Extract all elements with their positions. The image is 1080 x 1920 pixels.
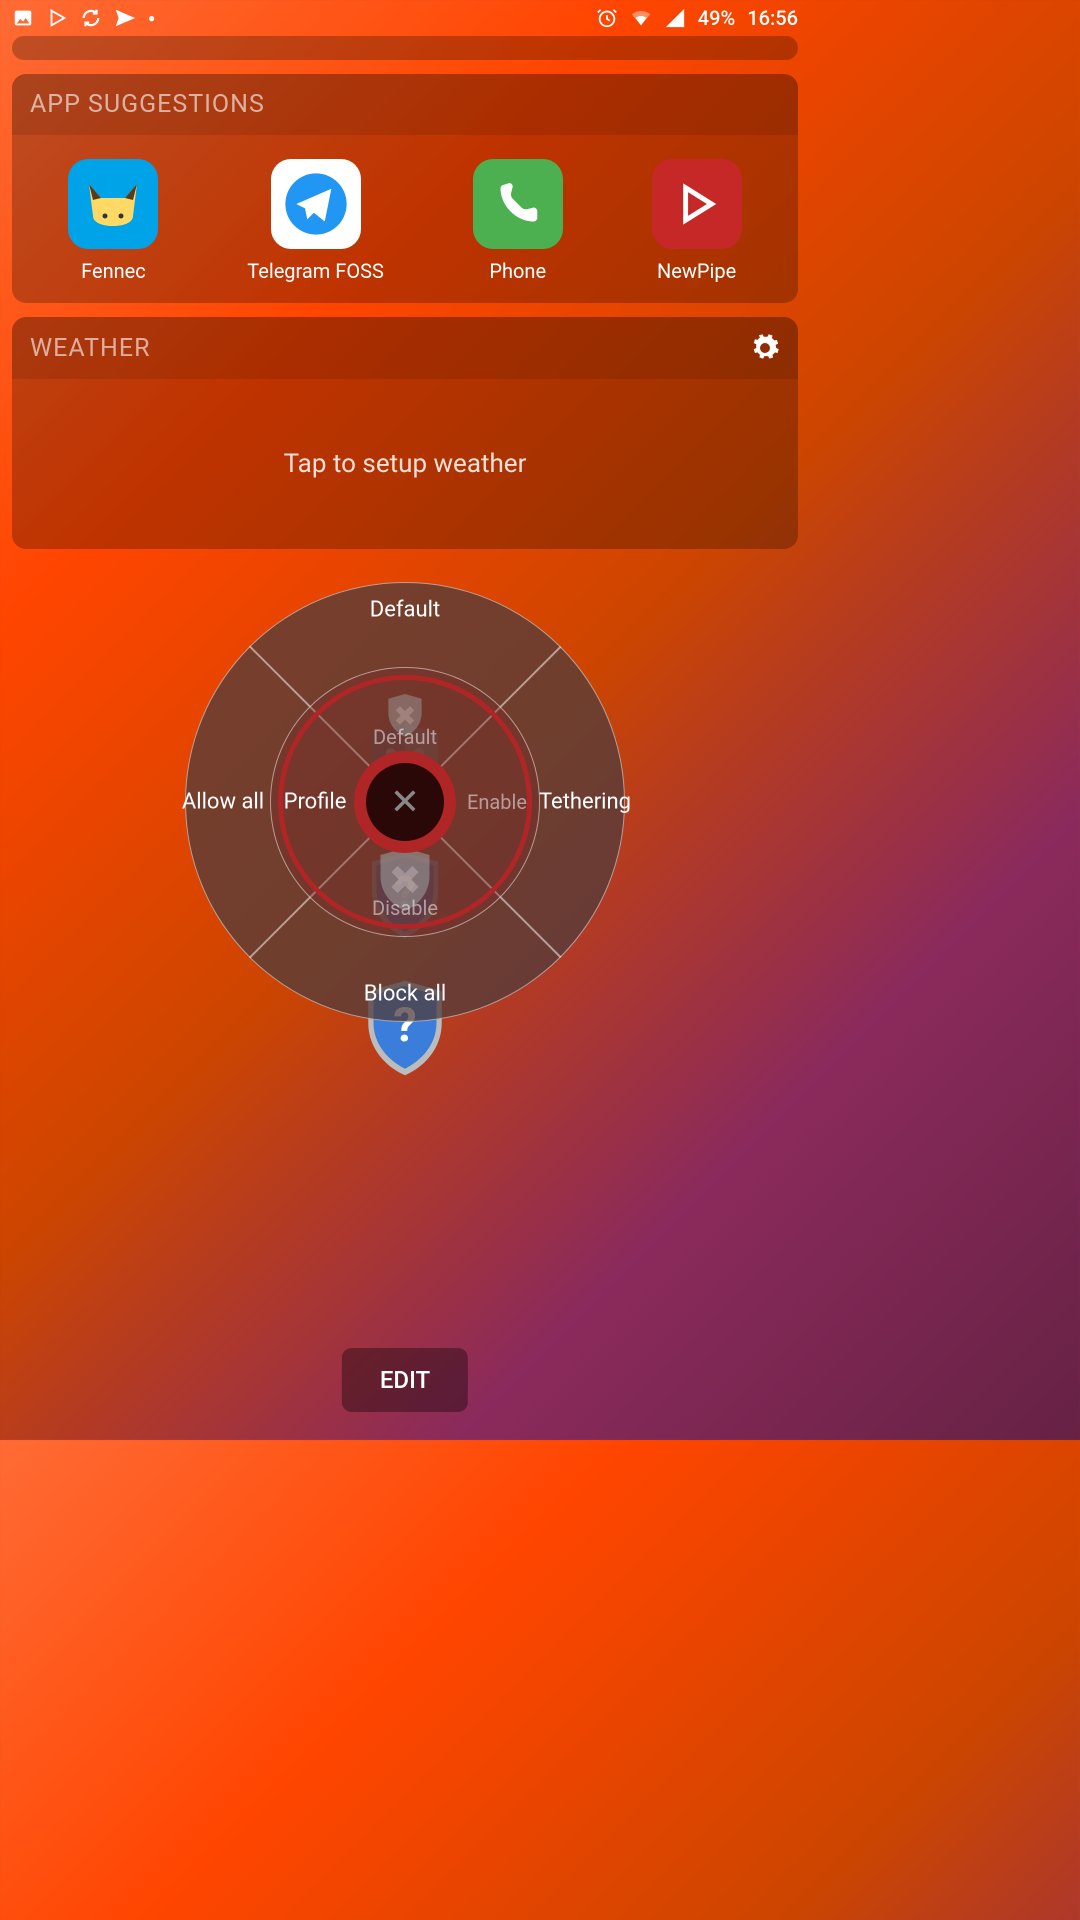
image-icon [12, 7, 34, 29]
search-bar[interactable] [12, 36, 798, 60]
battery-text: 49% [698, 6, 735, 30]
app-row: Fennec Telegram FOSS Phone NewPipe [12, 135, 798, 303]
radial-center-close[interactable]: ✕ [354, 751, 456, 853]
card-header: WEATHER [12, 317, 798, 379]
radial-inner-profile[interactable]: Profile [284, 790, 347, 815]
radial-option-tethering[interactable]: Tethering [539, 790, 631, 815]
status-right: 49% 16:56 [596, 6, 798, 30]
phone-icon [473, 159, 563, 249]
app-label: Fennec [81, 259, 146, 283]
card-title: APP SUGGESTIONS [30, 90, 265, 119]
app-newpipe[interactable]: NewPipe [652, 159, 742, 283]
signal-icon [664, 7, 686, 29]
card-title: WEATHER [30, 334, 151, 363]
weather-body[interactable]: Tap to setup weather [12, 379, 798, 549]
radial-option-allowall[interactable]: Allow all [182, 790, 264, 815]
edit-button[interactable]: EDIT [342, 1348, 468, 1412]
status-bar: ● 49% 16:56 [0, 0, 810, 36]
radial-option-blockall[interactable]: Block all [364, 982, 446, 1007]
radial-inner-default[interactable]: Default [373, 725, 437, 749]
app-phone[interactable]: Phone [473, 159, 563, 283]
close-icon: ✕ [390, 781, 420, 823]
status-left: ● [12, 7, 155, 29]
app-label: Telegram FOSS [247, 259, 384, 283]
app-telegram[interactable]: Telegram FOSS [247, 159, 384, 283]
gear-icon[interactable] [750, 333, 780, 363]
radial-option-default[interactable]: Default [370, 598, 440, 623]
send-icon [114, 7, 136, 29]
app-label: Phone [489, 259, 546, 283]
app-fennec[interactable]: Fennec [68, 159, 158, 283]
card-header: APP SUGGESTIONS [12, 74, 798, 135]
weather-card: WEATHER Tap to setup weather [12, 317, 798, 549]
fennec-icon [68, 159, 158, 249]
app-label: NewPipe [657, 259, 736, 283]
sync-icon [80, 7, 102, 29]
radial-menu: ✕ Default Tethering Block all Allow all … [185, 582, 625, 1022]
radial-inner-disable[interactable]: Disable [372, 896, 438, 920]
telegram-icon [271, 159, 361, 249]
alarm-icon [596, 7, 618, 29]
weather-setup-text: Tap to setup weather [284, 449, 527, 479]
radial-inner-enable[interactable]: Enable [467, 790, 527, 814]
play-outline-icon [46, 7, 68, 29]
edit-button-label: EDIT [380, 1366, 430, 1394]
wifi-icon [630, 7, 652, 29]
dot-icon: ● [148, 11, 155, 25]
newpipe-icon [652, 159, 742, 249]
clock-text: 16:56 [747, 6, 798, 30]
app-suggestions-card: APP SUGGESTIONS Fennec Telegram FOSS Pho… [12, 74, 798, 303]
